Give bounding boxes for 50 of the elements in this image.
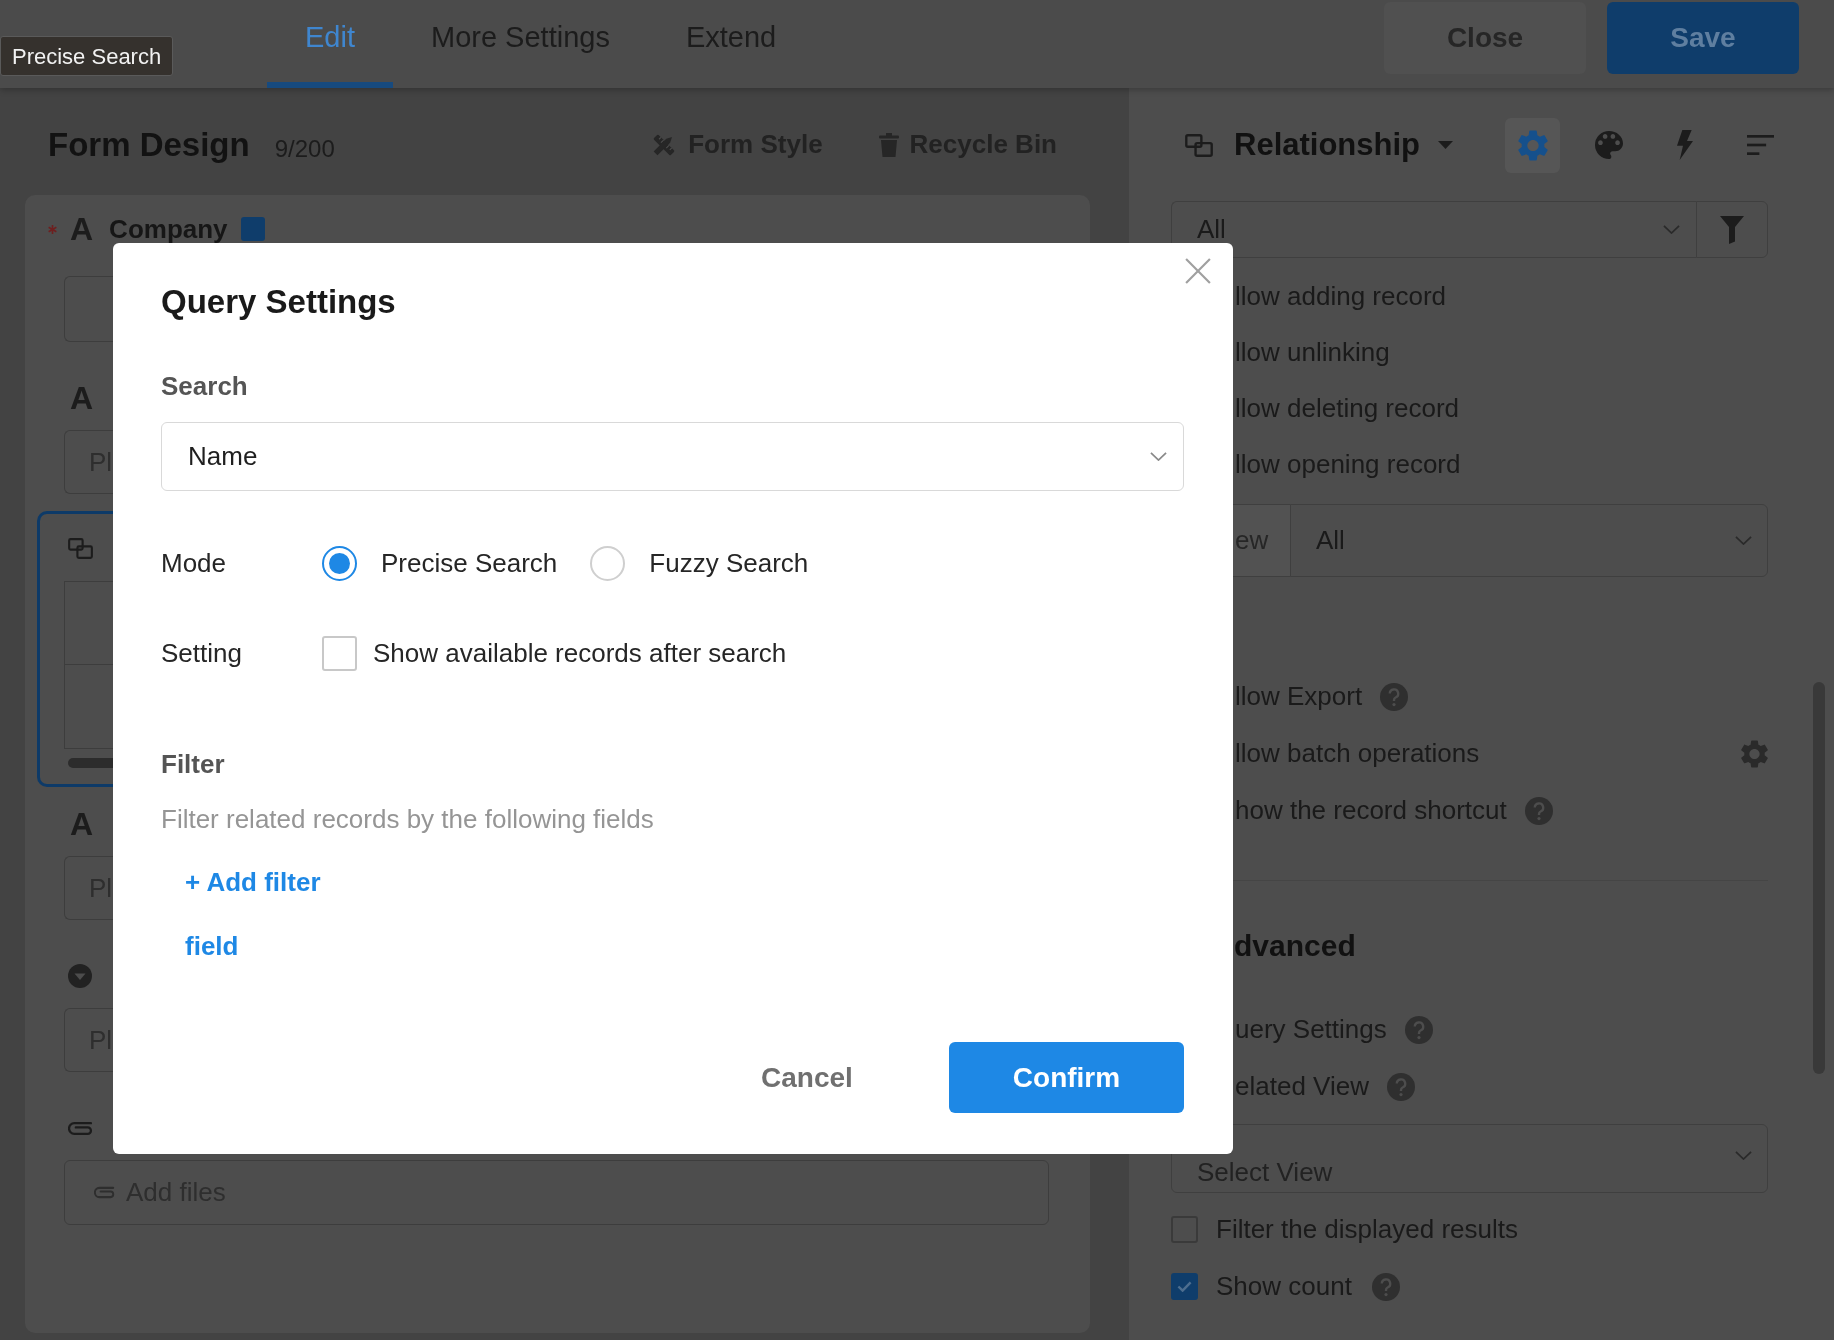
lightning-icon <box>1676 130 1693 160</box>
filter-icon <box>1720 215 1744 244</box>
paperclip-icon <box>94 1186 115 1199</box>
help-icon <box>1404 1015 1433 1044</box>
gear-icon <box>1517 129 1548 161</box>
dialog-title: Query Settings <box>161 284 396 320</box>
tab[interactable]: Edit <box>267 0 393 88</box>
chevron-down-icon <box>1663 225 1680 234</box>
section-title: dvanced <box>1234 927 1356 964</box>
palette-icon <box>1594 131 1623 159</box>
field-label: Company <box>109 212 228 246</box>
overlapping-squares-icon <box>68 537 93 559</box>
hint-text: Filter related records by the following fields <box>161 802 654 836</box>
field-label: Setting <box>161 636 243 670</box>
filter-button[interactable] <box>1696 201 1768 258</box>
field-label: Mode <box>161 546 228 580</box>
overlapping-squares-icon <box>1185 133 1213 157</box>
circle-caret-icon <box>68 964 92 988</box>
close-icon <box>1185 258 1211 284</box>
field-link[interactable]: field <box>185 926 239 966</box>
chevron-down-icon <box>1735 1151 1752 1160</box>
radio-label: Precise Search <box>381 546 558 580</box>
checkmark-icon <box>1177 1281 1192 1292</box>
radio-button[interactable] <box>590 545 626 581</box>
section-title: Filter <box>161 747 225 781</box>
help-icon <box>1380 682 1409 711</box>
help-icon <box>1386 1072 1415 1101</box>
cancel-button[interactable]: Cancel <box>727 1042 887 1113</box>
trash-icon <box>878 132 899 157</box>
chevron-down-icon <box>1735 536 1752 545</box>
caret-down-icon <box>1438 141 1453 149</box>
chevron-down-icon <box>1150 452 1167 461</box>
field-label: Search <box>161 369 248 403</box>
search-field-dropdown[interactable]: Name <box>161 422 1184 491</box>
toolbar-button[interactable] <box>1505 117 1560 173</box>
confirm-button[interactable]: Confirm <box>949 1042 1184 1113</box>
add-filter-link[interactable]: + Add filter <box>185 862 321 902</box>
gear-icon <box>1741 739 1768 768</box>
checkbox[interactable] <box>1171 1273 1198 1300</box>
panel-title: Relationship <box>1234 125 1420 164</box>
paperclip-icon <box>68 1120 93 1136</box>
dialog-close-button[interactable] <box>1184 257 1212 285</box>
checkbox-label: Show available records after search <box>373 636 787 670</box>
radio-button[interactable] <box>322 545 357 581</box>
tooltip: Precise Search <box>0 36 174 76</box>
help-icon <box>1524 796 1553 825</box>
save-button[interactable]: Save <box>1607 2 1799 74</box>
radio-label: Fuzzy Search <box>649 546 809 580</box>
lines-icon <box>1747 135 1774 155</box>
scrollbar[interactable] <box>68 758 113 768</box>
